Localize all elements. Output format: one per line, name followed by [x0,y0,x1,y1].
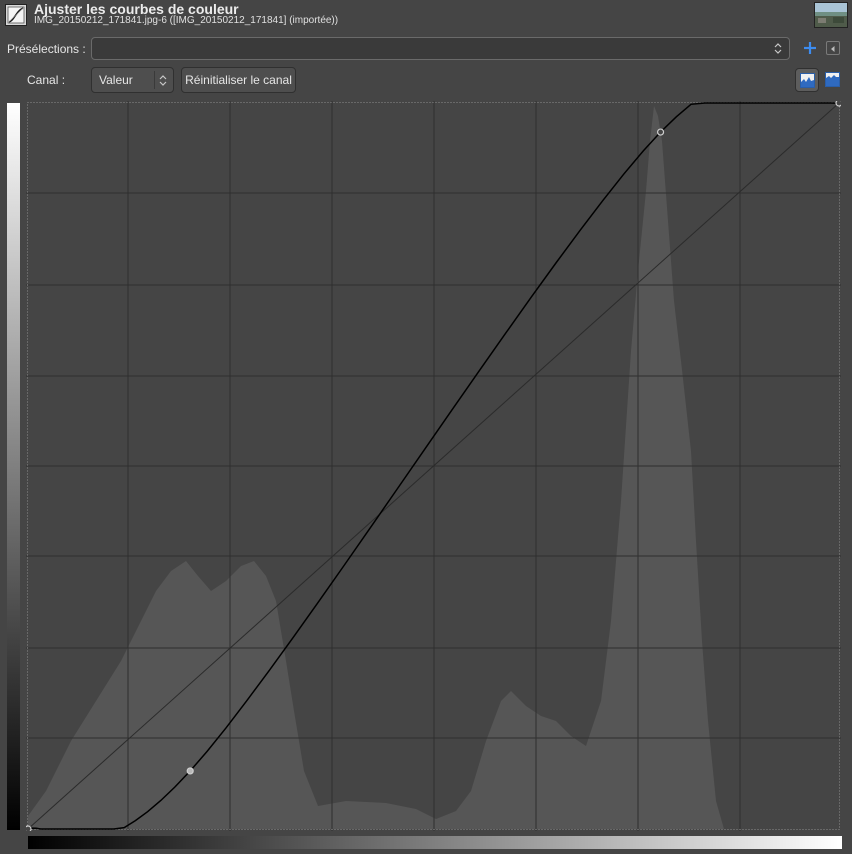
presets-combo[interactable] [91,37,790,60]
dialog-subtitle: IMG_20150212_171841.jpg-6 ([IMG_20150212… [34,15,339,26]
curves-graph[interactable] [26,101,841,831]
curve-control-point[interactable] [835,101,841,107]
channel-value: Valeur [99,73,133,87]
presets-label: Présélections : [7,42,86,56]
input-gradient-bar [28,836,842,849]
linear-histogram-icon [800,73,815,88]
combo-arrows-icon [774,43,782,54]
dialog-menu-button[interactable] [826,41,840,55]
combo-arrows-icon [159,75,167,86]
output-gradient-bar [7,103,20,830]
log-histogram-button[interactable] [821,68,845,92]
channel-label: Canal : [27,73,66,87]
add-preset-button[interactable] [801,38,819,58]
plus-icon [804,42,816,54]
channel-combo[interactable]: Valeur [91,67,174,93]
curves-tool-icon [5,4,27,26]
curve-control-point[interactable] [656,128,665,136]
reset-channel-button[interactable]: Réinitialiser le canal [181,67,296,93]
combo-divider [154,71,155,89]
dialog-menu-icon [831,46,835,52]
dialog-header: Ajuster les courbes de couleur IMG_20150… [0,0,852,32]
curve-control-point[interactable] [26,825,32,831]
image-thumbnail [814,2,848,28]
curve-control-point[interactable] [186,767,194,775]
log-histogram-icon [825,72,840,87]
linear-histogram-button[interactable] [795,68,819,92]
